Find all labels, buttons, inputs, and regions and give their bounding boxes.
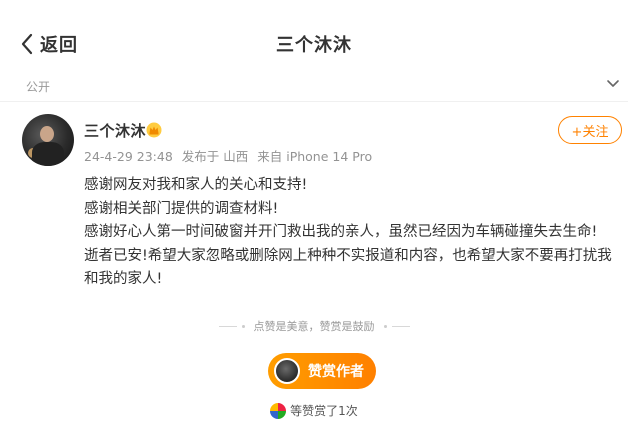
reward-divider: 点赞是美意，赞赏是鼓励 [0, 318, 628, 334]
reward-count-row[interactable]: 等赞赏了1次 [0, 402, 628, 419]
rewarder-avatar [270, 402, 287, 419]
reward-button-label: 赞赏作者 [308, 364, 364, 380]
follow-button[interactable]: +关注 [558, 116, 622, 144]
page-title: 三个沐沐 [276, 35, 352, 56]
post-location: 发布于 山西 [181, 149, 249, 164]
navigation-bar: 返回 三个沐沐 [0, 0, 628, 70]
privacy-row[interactable]: 公开 [0, 70, 628, 102]
post-paragraph: 逝者已安!希望大家忽略或删除网上种种不实报道和内容，也希望大家不要再打扰我和我的… [84, 247, 612, 288]
reward-slogan: 点赞是美意，赞赏是鼓励 [253, 320, 375, 333]
post-device: 来自 iPhone 14 Pro [257, 149, 373, 164]
reward-author-button[interactable]: 赞赏作者 [268, 353, 376, 389]
privacy-label: 公开 [26, 80, 51, 94]
reward-count: 等赞赏了1次 [290, 404, 358, 418]
author-avatar[interactable] [22, 114, 74, 166]
post-paragraph: 感谢网友对我和家人的关心和支持! [84, 177, 308, 193]
crown-badge-icon [146, 122, 162, 138]
post-date: 24-4-29 23:48 [84, 149, 173, 164]
post-meta: 24-4-29 23:48 发布于 山西 来自 iPhone 14 Pro [84, 146, 377, 165]
post-content: 感谢网友对我和家人的关心和支持! 感谢相关部门提供的调查材料! 感谢好心人第一时… [84, 174, 620, 292]
reward-avatar [274, 358, 300, 384]
chevron-down-icon[interactable] [606, 76, 620, 90]
post-paragraph: 感谢相关部门提供的调查材料! [84, 200, 279, 217]
post-paragraph: 感谢好心人第一时间破窗并开门救出我的亲人，虽然已经因为车辆碰撞失去生命! [84, 224, 598, 240]
author-name[interactable]: 三个沐沐 [84, 120, 146, 141]
